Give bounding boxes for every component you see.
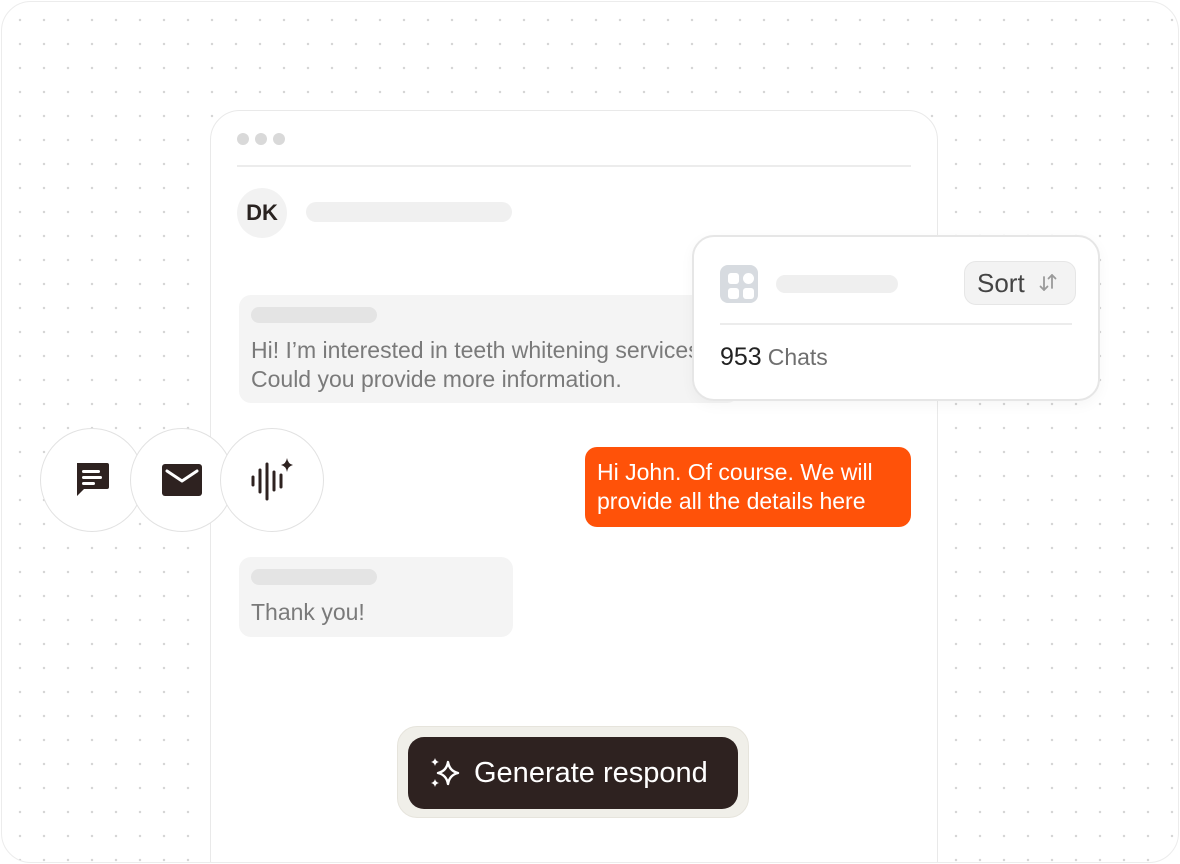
message-line: Thank you! [251,599,365,625]
mail-icon [162,464,202,496]
sender-placeholder [251,307,377,323]
window-dot [237,133,249,145]
outgoing-message: Hi John. Of course. We will provide all … [585,447,911,527]
sparkles-icon [431,758,460,787]
chat-count: 953 Chats [720,343,828,372]
grid-icon [720,265,758,303]
window-controls [237,133,285,145]
message-line: provide all the details here [597,488,866,514]
chat-count-value: 953 [720,343,762,371]
chat-count-label: Chats [767,344,828,370]
chat-channel-button[interactable] [40,428,144,532]
window-divider [237,165,911,167]
window-dot [273,133,285,145]
voice-ai-icon [251,458,293,501]
panel-divider [720,323,1072,325]
contact-name-placeholder [306,202,512,222]
panel-title-placeholder [776,275,898,293]
voice-channel-button[interactable] [220,428,324,532]
generate-container: Generate respond [397,726,749,818]
email-channel-button[interactable] [130,428,234,532]
generate-respond-button[interactable]: Generate respond [408,737,738,809]
chat-icon [77,463,109,496]
message-line: Hi John. Of course. We will [597,459,873,485]
message-line: Hi! I’m interested in teeth whitening se… [251,337,707,363]
avatar: DK [237,188,287,238]
window-dot [255,133,267,145]
incoming-message: Hi! I’m interested in teeth whitening se… [239,295,739,403]
sort-arrows-icon [1039,274,1057,291]
message-line: Could you provide more information. [251,366,622,392]
sort-label: Sort [977,267,1025,298]
sort-button[interactable]: Sort [964,261,1076,305]
generate-respond-label: Generate respond [474,756,708,789]
chats-panel: Sort 953 Chats [692,235,1100,401]
dotted-canvas: DK Hi! I’m interested in teeth whitening… [1,1,1179,863]
sender-placeholder [251,569,377,585]
incoming-message: Thank you! [239,557,513,637]
